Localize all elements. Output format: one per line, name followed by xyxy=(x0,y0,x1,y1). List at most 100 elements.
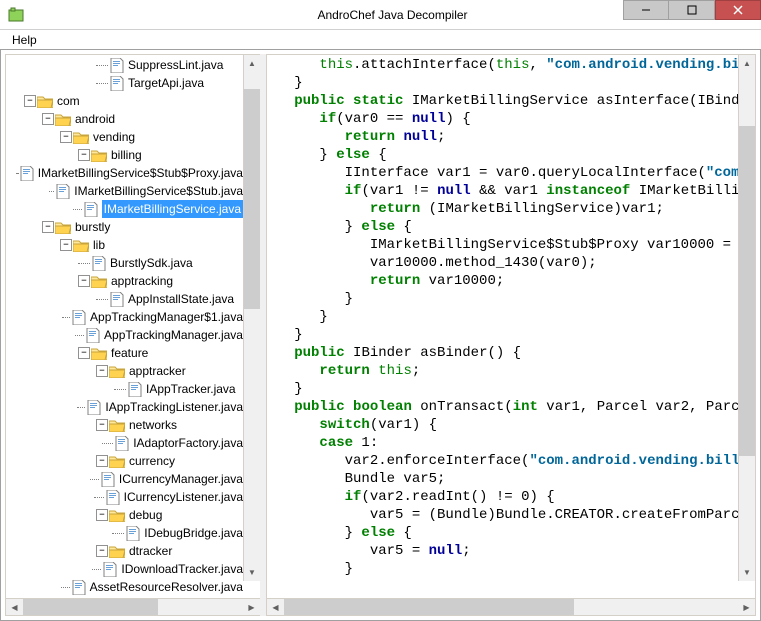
code-line: return null; xyxy=(269,128,738,146)
tree-node[interactable]: IMarketBillingService$Stub.java xyxy=(6,182,243,200)
tree-node-label[interactable]: android xyxy=(75,110,115,128)
tree-toggle-icon[interactable]: − xyxy=(78,149,90,161)
tree-node[interactable]: ICurrencyListener.java xyxy=(6,488,243,506)
close-button[interactable] xyxy=(715,0,761,20)
tree-node[interactable]: − burstly xyxy=(6,218,243,236)
code-line: public boolean onTransact(int var1, Parc… xyxy=(269,398,738,416)
maximize-button[interactable] xyxy=(669,0,715,20)
tree-node-label[interactable]: billing xyxy=(111,146,142,164)
tree-node-label[interactable]: feature xyxy=(111,344,148,362)
tree-vscroll[interactable]: ▲ ▼ xyxy=(243,55,260,581)
tree-node-label[interactable]: networks xyxy=(129,416,177,434)
tree-node-label[interactable]: IDebugBridge.java xyxy=(144,524,243,542)
tree-node[interactable]: − dtracker xyxy=(6,542,243,560)
tree-node-label[interactable]: AssetResourceResolver.java xyxy=(90,578,243,596)
tree-node[interactable]: − com xyxy=(6,92,243,110)
code-viewer[interactable]: this.attachInterface(this, "com.android.… xyxy=(267,55,755,580)
tree-toggle-icon[interactable]: − xyxy=(60,131,72,143)
code-vscroll-thumb[interactable] xyxy=(739,126,755,456)
tree-node-label[interactable]: debug xyxy=(129,506,162,524)
file-icon xyxy=(110,76,124,91)
tree-node-label[interactable]: AppTrackingManager$1.java xyxy=(90,308,243,326)
tree-node[interactable]: AppInstallState.java xyxy=(6,290,243,308)
scroll-right-icon[interactable]: ▶ xyxy=(738,599,755,616)
tree-node-label[interactable]: lib xyxy=(93,236,105,254)
code-line: } xyxy=(269,74,738,92)
scroll-left-icon[interactable]: ◀ xyxy=(6,599,23,616)
code-hscroll[interactable]: ◀ ▶ xyxy=(267,598,755,615)
tree-node[interactable]: TargetApi.java xyxy=(6,74,243,92)
tree-hscroll-thumb[interactable] xyxy=(23,599,158,616)
tree-toggle-icon[interactable]: − xyxy=(78,275,90,287)
tree-node-label[interactable]: IMarketBillingService.java xyxy=(102,200,243,218)
tree-node-label[interactable]: dtracker xyxy=(129,542,172,560)
tree-node[interactable]: BurstlySdk.java xyxy=(6,254,243,272)
tree-node[interactable]: − feature xyxy=(6,344,243,362)
tree-node[interactable]: ICurrencyManager.java xyxy=(6,470,243,488)
tree-node[interactable]: AssetResourceResolver.java xyxy=(6,578,243,596)
tree-toggle-icon[interactable]: − xyxy=(96,419,108,431)
tree-node[interactable]: − debug xyxy=(6,506,243,524)
scroll-up-icon[interactable]: ▲ xyxy=(244,55,260,72)
code-hscroll-thumb[interactable] xyxy=(284,599,574,616)
scroll-right-icon[interactable]: ▶ xyxy=(243,599,260,616)
tree-node[interactable]: IAdaptorFactory.java xyxy=(6,434,243,452)
tree-node[interactable]: − lib xyxy=(6,236,243,254)
tree-node[interactable]: IDownloadTracker.java xyxy=(6,560,243,578)
tree-node[interactable]: IAppTracker.java xyxy=(6,380,243,398)
code-vscroll[interactable]: ▲ ▼ xyxy=(738,55,755,581)
tree-vscroll-thumb[interactable] xyxy=(244,89,260,309)
tree-node-label[interactable]: TargetApi.java xyxy=(128,74,204,92)
scroll-down-icon[interactable]: ▼ xyxy=(739,564,755,581)
code-line: } else { xyxy=(269,218,738,236)
tree-toggle-icon[interactable]: − xyxy=(96,509,108,521)
scroll-left-icon[interactable]: ◀ xyxy=(267,599,284,616)
tree-node-label[interactable]: IMarketBillingService$Stub.java xyxy=(74,182,243,200)
tree-node-label[interactable]: AppInstallState.java xyxy=(128,290,234,308)
tree-node-label[interactable]: com xyxy=(57,92,80,110)
menu-help[interactable]: Help xyxy=(4,31,45,49)
tree-node-label[interactable]: vending xyxy=(93,128,135,146)
tree-node-label[interactable]: currency xyxy=(129,452,175,470)
file-tree[interactable]: SuppressLint.javaTargetApi.java−com−andr… xyxy=(6,55,260,598)
minimize-button[interactable] xyxy=(623,0,669,20)
tree-toggle-icon[interactable]: − xyxy=(96,455,108,467)
tree-node[interactable]: − vending xyxy=(6,128,243,146)
tree-node-label[interactable]: SuppressLint.java xyxy=(128,56,223,74)
tree-toggle-icon[interactable]: − xyxy=(42,221,54,233)
tree-toggle-icon[interactable]: − xyxy=(78,347,90,359)
tree-toggle-icon[interactable]: − xyxy=(96,545,108,557)
tree-toggle-icon[interactable]: − xyxy=(96,365,108,377)
tree-node[interactable]: IMarketBillingService$Stub$Proxy.java xyxy=(6,164,243,182)
tree-node[interactable]: AppTrackingManager$1.java xyxy=(6,308,243,326)
tree-node[interactable]: IMarketBillingService.java xyxy=(6,200,243,218)
tree-node[interactable]: − currency xyxy=(6,452,243,470)
tree-node-label[interactable]: burstly xyxy=(75,218,110,236)
tree-node-label[interactable]: ICurrencyManager.java xyxy=(119,470,243,488)
tree-node-label[interactable]: ICurrencyListener.java xyxy=(124,488,243,506)
tree-node-label[interactable]: BurstlySdk.java xyxy=(110,254,193,272)
tree-node[interactable]: − billing xyxy=(6,146,243,164)
scroll-up-icon[interactable]: ▲ xyxy=(739,55,755,72)
tree-toggle-icon[interactable]: − xyxy=(24,95,36,107)
tree-node[interactable]: − android xyxy=(6,110,243,128)
tree-node[interactable]: − apptracker xyxy=(6,362,243,380)
tree-node-label[interactable]: IAdaptorFactory.java xyxy=(133,434,243,452)
tree-hscroll[interactable]: ◀ ▶ xyxy=(6,598,260,615)
tree-node-label[interactable]: IMarketBillingService$Stub$Proxy.java xyxy=(38,164,243,182)
tree-node[interactable]: IDebugBridge.java xyxy=(6,524,243,542)
tree-toggle-icon[interactable]: − xyxy=(60,239,72,251)
tree-node[interactable]: − apptracking xyxy=(6,272,243,290)
tree-toggle-icon[interactable]: − xyxy=(42,113,54,125)
scroll-down-icon[interactable]: ▼ xyxy=(244,564,260,581)
tree-node[interactable]: − networks xyxy=(6,416,243,434)
tree-node-label[interactable]: AppTrackingManager.java xyxy=(104,326,243,344)
tree-node[interactable]: SuppressLint.java xyxy=(6,56,243,74)
tree-node-label[interactable]: apptracker xyxy=(129,362,186,380)
tree-node-label[interactable]: apptracking xyxy=(111,272,173,290)
tree-node-label[interactable]: IDownloadTracker.java xyxy=(121,560,243,578)
tree-node-label[interactable]: IAppTracker.java xyxy=(146,380,236,398)
tree-node-label[interactable]: IAppTrackingListener.java xyxy=(105,398,243,416)
tree-node[interactable]: AppTrackingManager.java xyxy=(6,326,243,344)
tree-node[interactable]: IAppTrackingListener.java xyxy=(6,398,243,416)
